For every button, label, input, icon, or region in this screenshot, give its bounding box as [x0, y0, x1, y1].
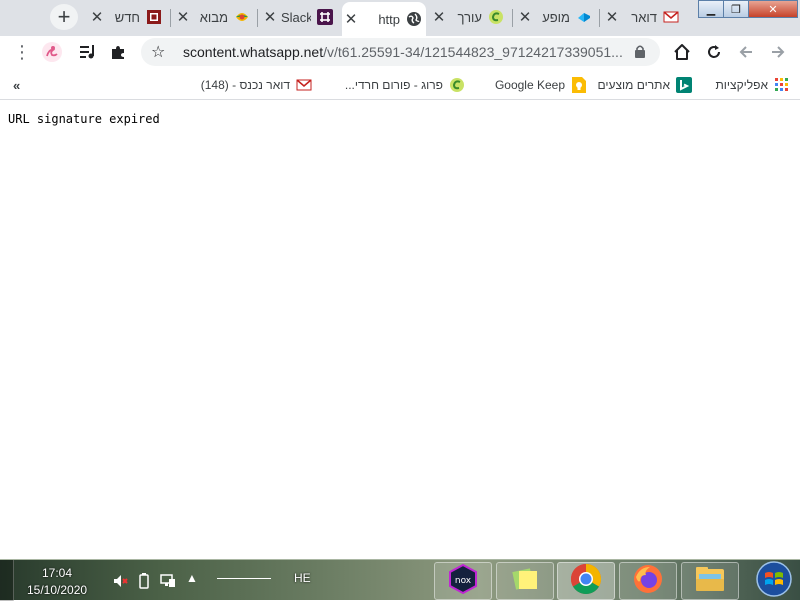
windows-logo-icon: [756, 560, 792, 602]
taskbar-app-firefox[interactable]: [619, 562, 677, 600]
tab-title: Slack: [281, 9, 311, 25]
new-tab-button[interactable]: +: [50, 4, 78, 30]
globe-icon: [406, 11, 422, 27]
taskbar-app-file-explorer[interactable]: [681, 562, 739, 600]
bookmark-label: Google Keep: [494, 78, 565, 92]
tab-strip: + חדש ✕ מבוא ✕ Slack ✕ http ✕ עורך ✕ מופ…: [0, 0, 800, 36]
home-icon[interactable]: [670, 40, 694, 64]
chrome-icon: [570, 563, 602, 600]
clock-date[interactable]: 15/10/2020: [27, 583, 87, 597]
close-tab-icon[interactable]: ✕: [518, 8, 532, 26]
tab-new[interactable]: חדש ✕: [88, 0, 166, 34]
url-host: scontent.whatsapp.net: [183, 44, 324, 60]
speaker-muted-icon[interactable]: [112, 573, 128, 594]
bookmarks-bar: » אפליקציות אתרים מוצעים Google Keep פרו…: [0, 70, 800, 100]
tab-title: חדש: [114, 9, 140, 25]
tab-title: מופע: [542, 9, 570, 25]
tab-slack[interactable]: Slack ✕: [261, 0, 337, 34]
tray-overflow-chevron-icon[interactable]: ▲: [186, 571, 198, 585]
window-controls: ▁ ❐ ✕: [698, 0, 800, 19]
network-icon[interactable]: [160, 573, 176, 594]
tab-active-http[interactable]: http ✕: [342, 2, 426, 36]
page-content: URL signature expired: [0, 101, 800, 559]
tab-title: מבוא: [199, 9, 228, 25]
bookmark-label: אפליקציות: [715, 78, 768, 92]
bookmark-label: פרוג - פורום חרדי...: [344, 78, 443, 92]
bookmark-label: דואר נכנס - (148): [200, 78, 290, 92]
url-path: /v/t61.25591-34/121544823_97124217339051…: [323, 44, 623, 60]
bookmark-prog-forum[interactable]: פרוג - פורום חרדי...: [345, 75, 465, 95]
minimize-button[interactable]: ▁: [698, 0, 724, 18]
bookmark-star-icon[interactable]: ☆: [151, 42, 165, 62]
menu-kebab-icon[interactable]: ⋮: [10, 40, 34, 64]
gmail-icon: [296, 77, 312, 93]
firefox-icon: [632, 563, 664, 600]
back-arrow-icon[interactable]: [734, 40, 758, 64]
bookmark-label: אתרים מוצעים: [597, 78, 671, 92]
tray-divider: [217, 578, 271, 579]
tab-separator: [599, 9, 600, 27]
bookmark-suggested-sites[interactable]: אתרים מוצעים: [597, 75, 692, 95]
battery-icon[interactable]: [139, 573, 149, 594]
tab-separator: [512, 9, 513, 27]
reload-icon[interactable]: [702, 40, 726, 64]
tab-gmail[interactable]: דואר ✕: [603, 0, 683, 34]
restore-button[interactable]: ❐: [723, 0, 749, 18]
media-control-icon[interactable]: [76, 40, 100, 64]
tab-separator: [257, 9, 258, 27]
tab-title: עורך: [457, 9, 482, 25]
nox-icon: nox: [448, 563, 478, 599]
slack-icon: [317, 9, 333, 25]
tab-show[interactable]: מופע ✕: [516, 0, 596, 34]
tab-intro[interactable]: מבוא ✕: [174, 0, 254, 34]
address-bar[interactable]: ☆ scontent.whatsapp.net/v/t61.25591-34/1…: [141, 38, 660, 66]
keep-bulb-icon: [571, 77, 587, 93]
green-swirl-icon: [449, 77, 465, 93]
sticky-notes-icon: [510, 564, 540, 599]
svg-text:nox: nox: [455, 576, 472, 586]
profile-avatar[interactable]: [40, 40, 64, 64]
taskbar-app-chrome[interactable]: [557, 562, 615, 600]
bookmarks-overflow-chevron[interactable]: »: [13, 75, 20, 95]
url-text[interactable]: scontent.whatsapp.net/v/t61.25591-34/121…: [183, 44, 628, 60]
bookmark-apps[interactable]: אפליקציות: [716, 75, 790, 95]
bookmark-google-keep[interactable]: Google Keep: [495, 75, 587, 95]
lock-icon[interactable]: [635, 45, 645, 63]
cloud-app-icon: [576, 9, 592, 25]
gmail-icon: [663, 9, 679, 25]
close-tab-icon[interactable]: ✕: [176, 8, 190, 26]
tab-title: דואר: [631, 9, 657, 25]
close-tab-icon[interactable]: ✕: [263, 8, 277, 26]
clock-time[interactable]: 17:04: [42, 566, 72, 580]
taskbar-app-nox[interactable]: nox: [434, 562, 492, 600]
show-desktop-button[interactable]: [0, 560, 14, 601]
close-tab-icon[interactable]: ✕: [90, 8, 104, 26]
taskbar-app-sticky-notes[interactable]: [496, 562, 554, 600]
red-square-icon: [146, 9, 162, 25]
tab-separator: [170, 9, 171, 27]
close-window-button[interactable]: ✕: [748, 0, 798, 18]
error-message: URL signature expired: [8, 112, 160, 126]
file-explorer-icon: [694, 565, 726, 598]
bookmark-gmail-inbox[interactable]: דואר נכנס - (148): [201, 75, 312, 95]
start-button[interactable]: [752, 560, 796, 602]
close-tab-icon[interactable]: ✕: [432, 8, 446, 26]
tab-editor[interactable]: עורך ✕: [430, 0, 508, 34]
bing-icon: [676, 77, 692, 93]
close-tab-icon[interactable]: ✕: [344, 10, 358, 28]
forward-arrow-icon[interactable]: [766, 40, 790, 64]
browser-toolbar: ⋮ ☆ scontent.whatsapp.net/v/t61.25591-34…: [0, 36, 800, 68]
colorful-leaf-icon: [234, 9, 250, 25]
tab-title: http: [378, 11, 400, 27]
extensions-puzzle-icon[interactable]: [106, 40, 130, 64]
close-tab-icon[interactable]: ✕: [605, 8, 619, 26]
language-indicator[interactable]: HE: [294, 571, 311, 585]
windows-taskbar: 17:04 15/10/2020 ▲ HE nox: [0, 559, 800, 602]
apps-grid-icon: [774, 77, 790, 93]
green-swirl-icon: [488, 9, 504, 25]
